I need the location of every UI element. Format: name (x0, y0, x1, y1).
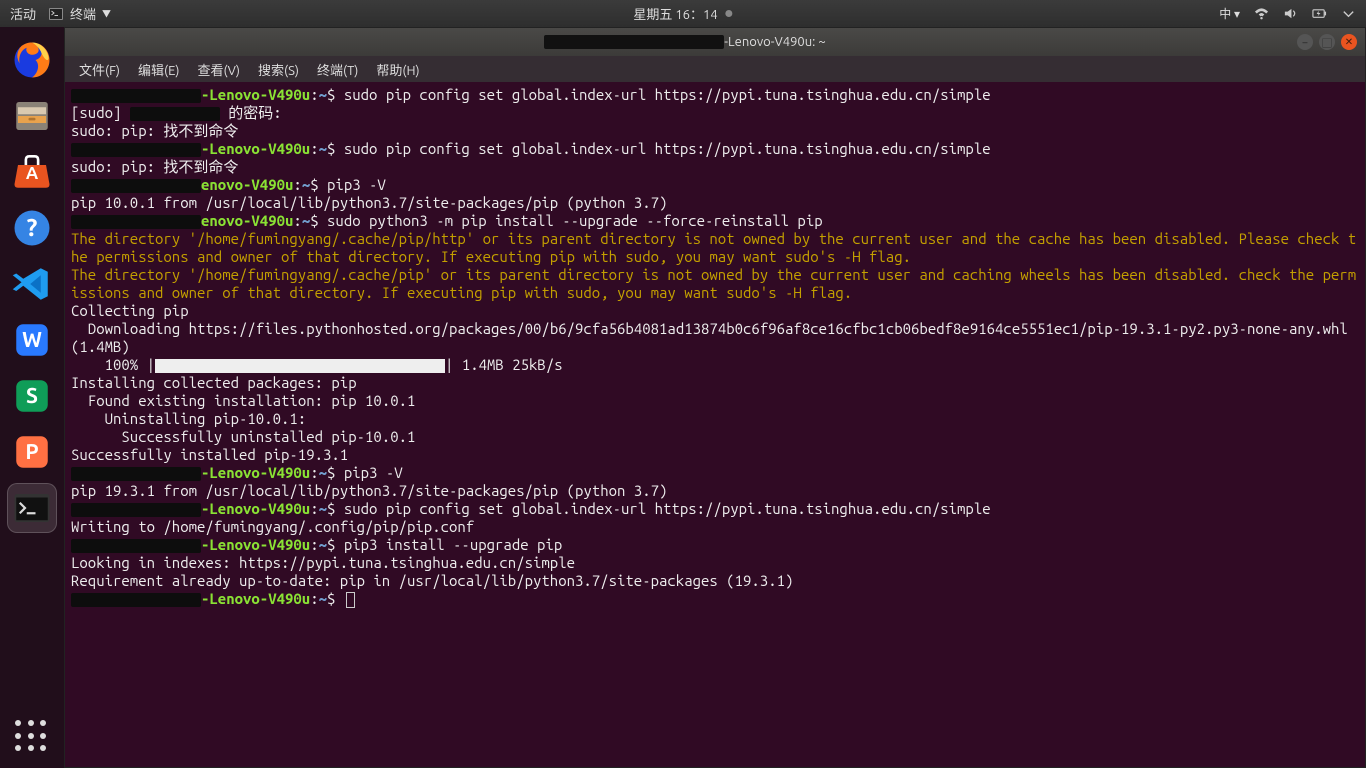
appmenu-button[interactable]: 终端 ▼ (48, 4, 111, 23)
files-icon (11, 95, 53, 137)
svg-text:A: A (26, 164, 39, 183)
menu-view[interactable]: 查看(V) (190, 58, 248, 81)
svg-text:W: W (22, 327, 42, 351)
terminal-body[interactable]: -Lenovo-V490u:~$ sudo pip config set glo… (65, 82, 1365, 767)
close-button[interactable]: ✕ (1341, 34, 1357, 50)
ime-indicator[interactable]: 中 ▾ (1219, 5, 1240, 22)
dock-terminal[interactable] (7, 483, 57, 533)
dock-files[interactable] (7, 91, 57, 141)
dock: A ? W S P (0, 27, 64, 768)
menubar: 文件(F) 编辑(E) 查看(V) 搜索(S) 终端(T) 帮助(H) (65, 56, 1365, 82)
appmenu-label: 终端 (70, 4, 96, 23)
firefox-icon (11, 39, 53, 81)
terminal-app-icon (11, 487, 53, 529)
menu-terminal[interactable]: 终端(T) (309, 58, 366, 81)
show-applications-button[interactable] (15, 720, 49, 754)
dock-help[interactable]: ? (7, 203, 57, 253)
chevron-down-icon: ▼ (102, 7, 111, 20)
software-icon: A (11, 151, 53, 193)
maximize-button[interactable]: ▢ (1319, 34, 1335, 50)
terminal-icon (48, 6, 64, 22)
wifi-icon[interactable] (1254, 6, 1269, 21)
redacted-username (544, 35, 724, 49)
clock[interactable]: 星期五 16：14 (633, 4, 732, 23)
wps-writer-icon: W (11, 319, 53, 361)
vscode-icon (11, 263, 53, 305)
svg-text:P: P (25, 439, 38, 463)
dock-vscode[interactable] (7, 259, 57, 309)
dock-firefox[interactable] (7, 35, 57, 85)
terminal-window: -Lenovo-V490u: ~ – ▢ ✕ 文件(F) 编辑(E) 查看(V)… (64, 27, 1366, 768)
dock-wps-presentation[interactable]: P (7, 427, 57, 477)
activities-button[interactable]: 活动 (10, 4, 36, 23)
menu-edit[interactable]: 编辑(E) (130, 58, 187, 81)
dock-wps-writer[interactable]: W (7, 315, 57, 365)
help-icon: ? (11, 207, 53, 249)
chevron-down-icon[interactable] (1341, 6, 1356, 21)
volume-icon[interactable] (1283, 6, 1298, 21)
wps-presentation-icon: P (11, 431, 53, 473)
titlebar[interactable]: -Lenovo-V490u: ~ – ▢ ✕ (65, 28, 1365, 56)
window-title: -Lenovo-V490u: ~ (73, 35, 1297, 50)
dock-wps-spreadsheet[interactable]: S (7, 371, 57, 421)
wps-spreadsheet-icon: S (11, 375, 53, 417)
battery-icon[interactable] (1312, 6, 1327, 21)
clock-text: 星期五 16：14 (633, 4, 717, 23)
menu-file[interactable]: 文件(F) (71, 58, 128, 81)
dock-software[interactable]: A (7, 147, 57, 197)
menu-help[interactable]: 帮助(H) (368, 58, 427, 81)
notification-dot-icon (726, 10, 733, 17)
gnome-topbar: 活动 终端 ▼ 星期五 16：14 中 ▾ (0, 0, 1366, 27)
menu-search[interactable]: 搜索(S) (250, 58, 307, 81)
svg-text:?: ? (27, 213, 38, 241)
minimize-button[interactable]: – (1297, 34, 1313, 50)
svg-text:S: S (26, 383, 38, 407)
